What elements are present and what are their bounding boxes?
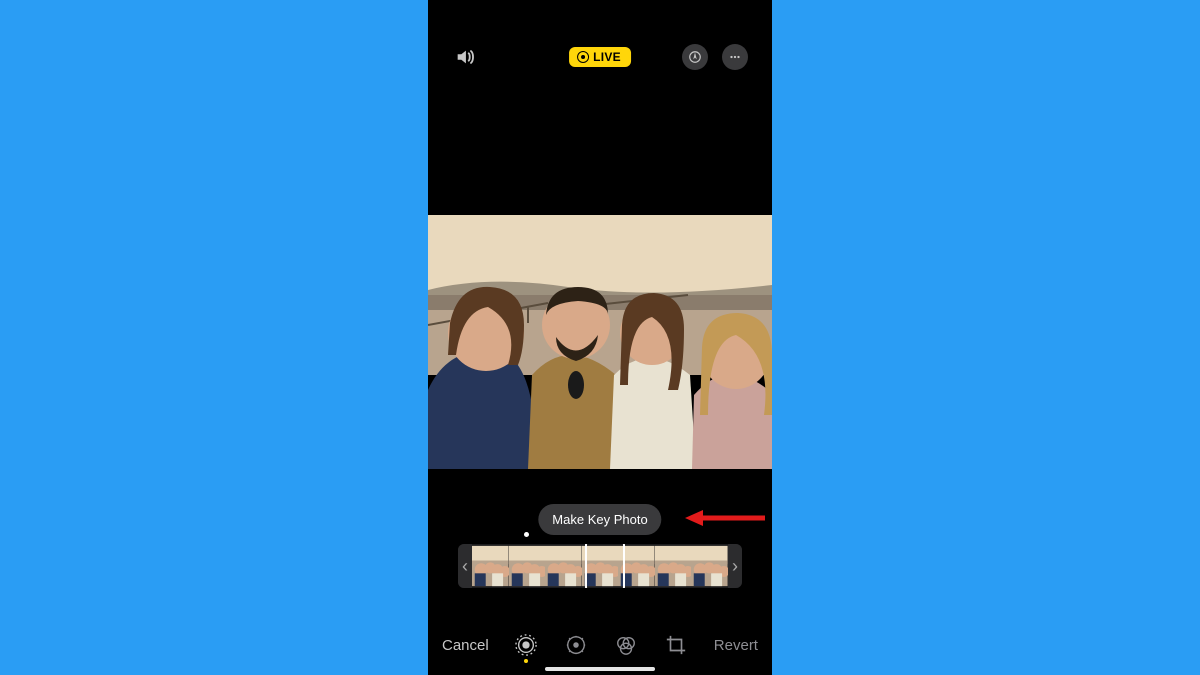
filmstrip-frame[interactable] [545, 544, 582, 588]
main-photo[interactable] [428, 215, 772, 469]
adjust-tool-icon[interactable] [565, 634, 587, 656]
volume-icon[interactable] [452, 44, 478, 70]
live-ring-icon [577, 51, 589, 63]
filmstrip-frames[interactable] [472, 544, 728, 588]
live-photo-tool-icon[interactable] [515, 634, 537, 656]
phone-screen: LIVE [428, 0, 772, 675]
chevron-right-icon: › [732, 556, 738, 577]
top-bar-left [452, 44, 478, 70]
filmstrip-trim-handle-left[interactable]: ‹ [458, 544, 472, 588]
filmstrip-frame[interactable] [509, 544, 546, 588]
live-badge[interactable]: LIVE [569, 47, 631, 67]
revert-button[interactable]: Revert [714, 637, 758, 654]
markup-icon[interactable] [682, 44, 708, 70]
home-indicator[interactable] [545, 667, 655, 671]
cancel-button[interactable]: Cancel [442, 637, 489, 654]
make-key-photo-button[interactable]: Make Key Photo [538, 504, 661, 535]
top-bar-right [682, 44, 748, 70]
edit-mode-tabs [515, 634, 687, 656]
keyframe-dot-original [524, 532, 529, 537]
filmstrip-frame[interactable] [582, 544, 619, 588]
filmstrip-frame[interactable] [472, 544, 509, 588]
filmstrip-frame[interactable] [655, 544, 692, 588]
editor-top-bar: LIVE [428, 40, 772, 74]
chevron-left-icon: ‹ [462, 556, 468, 577]
make-key-photo-label: Make Key Photo [552, 512, 647, 527]
filmstrip-trim-handle-right[interactable]: › [728, 544, 742, 588]
editor-bottom-toolbar: Cancel [428, 630, 772, 660]
live-label: LIVE [593, 50, 621, 64]
filmstrip-frame[interactable] [691, 544, 728, 588]
filters-tool-icon[interactable] [615, 634, 637, 656]
live-photo-filmstrip[interactable]: ‹ › [458, 544, 742, 588]
stage: LIVE [0, 0, 1200, 675]
more-icon[interactable] [722, 44, 748, 70]
filmstrip-frame[interactable] [618, 544, 655, 588]
crop-tool-icon[interactable] [665, 634, 687, 656]
